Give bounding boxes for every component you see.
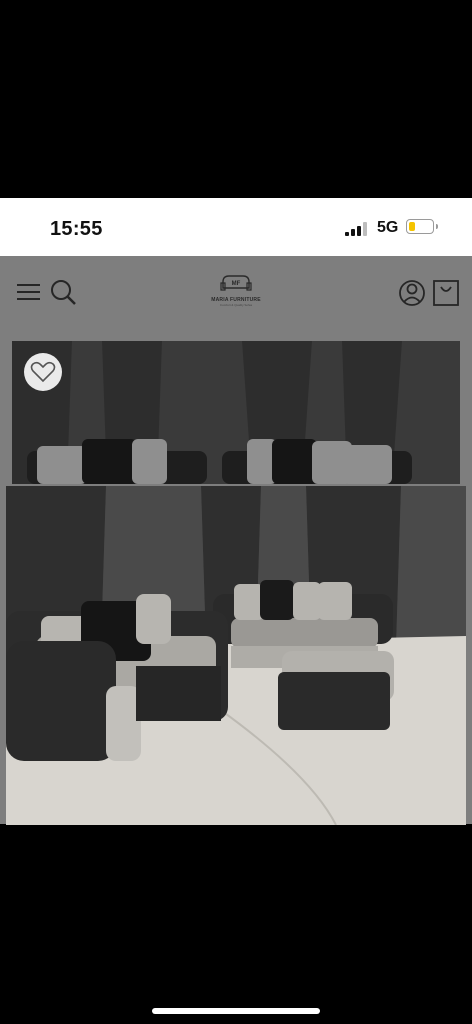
logo-tagline: Comfort & Quality Sofas: [219, 303, 253, 307]
hamburger-menu-icon[interactable]: [14, 278, 44, 308]
search-icon[interactable]: [49, 278, 79, 308]
sofa-logo-icon: MF: [220, 275, 252, 291]
signal-strength-icon: [345, 222, 367, 236]
status-bar: 15:55 5G: [0, 198, 472, 256]
network-type: 5G: [377, 219, 399, 236]
status-time: 15:55: [50, 218, 103, 240]
logo-monogram: MF: [232, 281, 241, 287]
product-image[interactable]: [12, 341, 460, 484]
battery-icon: [406, 219, 434, 234]
product-image-preview[interactable]: [6, 486, 466, 825]
wishlist-button[interactable]: [24, 353, 62, 391]
battery-tip: [436, 224, 438, 229]
shopping-bag-icon[interactable]: [431, 278, 461, 308]
account-icon[interactable]: [397, 278, 427, 308]
brand-logo[interactable]: MF MARIA FURNITURE Comfort & Quality Sof…: [205, 274, 267, 308]
heart-icon: [30, 361, 56, 383]
home-indicator[interactable]: [152, 1008, 320, 1014]
